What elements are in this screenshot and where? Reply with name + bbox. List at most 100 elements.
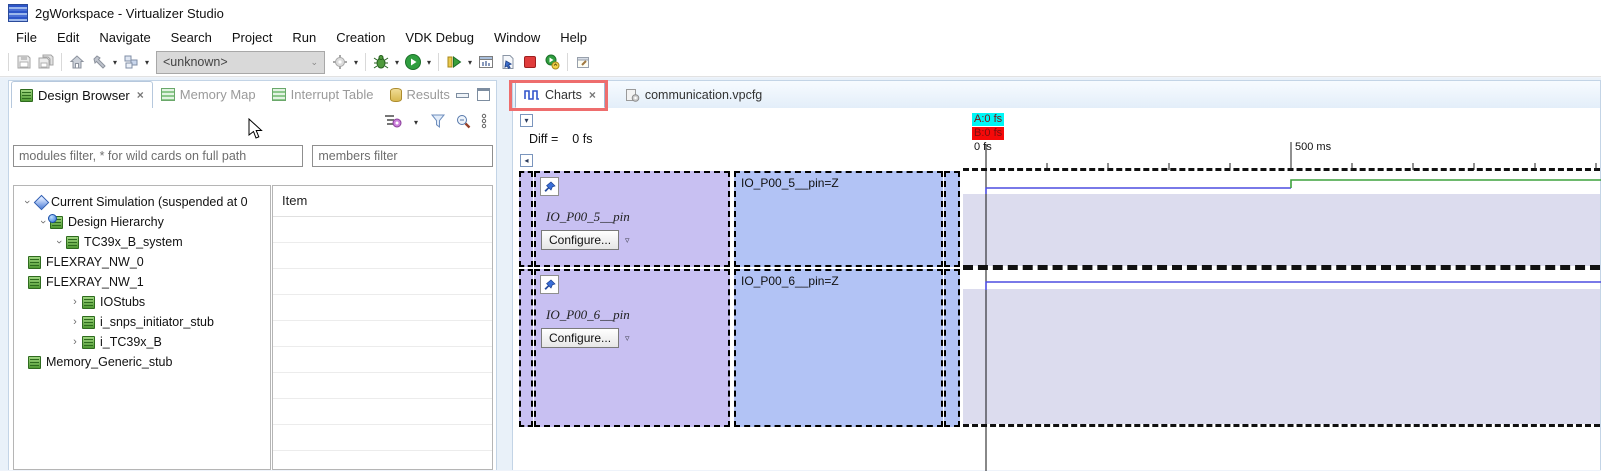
debug-bug-icon[interactable] — [370, 51, 392, 73]
menu-vdk-debug[interactable]: VDK Debug — [395, 28, 484, 47]
terminate-stop-icon[interactable] — [519, 51, 541, 73]
scroll-left-button[interactable]: ◂ — [520, 154, 533, 167]
chevron-expanded-icon[interactable]: › — [53, 235, 65, 249]
tab-communication-vpcfg[interactable]: communication.vpcfg — [617, 81, 770, 108]
menu-creation[interactable]: Creation — [326, 28, 395, 47]
tree-item-i-tc39x-b[interactable]: › i_TC39x_B — [14, 332, 270, 352]
signal-value: IO_P00_6__pin=Z — [741, 274, 839, 288]
menu-edit[interactable]: Edit — [47, 28, 89, 47]
configure-dropdown-icon[interactable]: ▿ — [625, 235, 630, 246]
zoom-search-icon[interactable] — [455, 113, 471, 132]
window-title: 2gWorkspace - Virtualizer Studio — [35, 6, 224, 21]
left-panel-tabbar: Design Browser × Memory Map Interrupt Ta… — [9, 81, 496, 108]
run-history-icon[interactable] — [541, 51, 563, 73]
launch-config-combo[interactable]: <unknown> ⌄ — [156, 51, 325, 74]
build-project-icon[interactable] — [497, 51, 519, 73]
cursor-diff-readout: Diff =0 fs — [529, 132, 592, 146]
menu-run[interactable]: Run — [282, 28, 326, 47]
cursor-a-flag[interactable]: A:0 fs — [972, 113, 1004, 126]
vpcfg-file-icon — [625, 88, 640, 102]
tree-item-design-hierarchy[interactable]: › Design Hierarchy — [14, 212, 270, 232]
modules-filter-input[interactable] — [13, 145, 303, 167]
chevron-expanded-icon[interactable]: › — [21, 195, 33, 209]
save-icon[interactable] — [13, 51, 35, 73]
design-browser-icon — [20, 89, 33, 102]
menu-window[interactable]: Window — [484, 28, 550, 47]
chevron-collapsed-icon[interactable]: › — [68, 316, 82, 328]
chart-menu-dropdown-button[interactable]: ▾ — [520, 114, 533, 127]
external-tools-gear-icon[interactable] — [329, 51, 351, 73]
members-filter-input[interactable] — [312, 145, 493, 167]
module-chip-icon — [82, 296, 95, 309]
charts-view[interactable]: ▾ Diff =0 fs ◂ A:0 fs B:0 fs 0 fs 500 ms… — [513, 108, 1600, 470]
menu-project[interactable]: Project — [222, 28, 282, 47]
row-2-value-strip[interactable] — [944, 269, 960, 427]
tree-item-flexray-nw-1[interactable]: FLEXRAY_NW_1 — [14, 272, 270, 292]
row-2-value-cell[interactable]: IO_P00_6__pin=Z — [734, 269, 943, 427]
menu-help[interactable]: Help — [550, 28, 597, 47]
tab-results[interactable]: Results — [382, 81, 458, 108]
menu-navigate[interactable]: Navigate — [89, 28, 160, 47]
design-hierarchy-tree: › Current Simulation (suspended at 0 › D… — [13, 185, 271, 470]
menu-search[interactable]: Search — [161, 28, 222, 47]
close-icon[interactable]: × — [137, 88, 144, 102]
row-1-signal-cell[interactable]: IO_P00_5__pin Configure... ▿ — [534, 171, 730, 267]
toolbar-separator — [8, 53, 9, 71]
tree-item-i-snps-initiator-stub[interactable]: › i_snps_initiator_stub — [14, 312, 270, 332]
tab-memory-map[interactable]: Memory Map — [153, 81, 264, 108]
tree-item-current-simulation[interactable]: › Current Simulation (suspended at 0 — [14, 192, 270, 212]
configure-dropdown-icon[interactable]: ▿ — [625, 333, 630, 344]
close-icon[interactable]: × — [589, 88, 596, 102]
tree-item-iostubs[interactable]: › IOStubs — [14, 292, 270, 312]
tree-item-flexray-nw-0[interactable]: FLEXRAY_NW_0 — [14, 252, 270, 272]
tree-item-tc39x-b-system[interactable]: › TC39x_B_system — [14, 232, 270, 252]
save-all-icon[interactable] — [35, 51, 57, 73]
new-window-icon[interactable] — [120, 51, 142, 73]
configure-button[interactable]: Configure... — [541, 230, 619, 250]
editor-panel: Charts × communication.vpcfg ▾ Diff =0 f… — [512, 80, 1601, 470]
tab-design-browser[interactable]: Design Browser × — [11, 81, 153, 108]
maximize-panel-icon[interactable] — [477, 88, 490, 101]
tab-label: Memory Map — [180, 87, 256, 102]
home-icon[interactable] — [66, 51, 88, 73]
row-1-value-cell[interactable]: IO_P00_5__pin=Z — [734, 171, 943, 267]
tab-label: Charts — [545, 88, 582, 102]
configure-button[interactable]: Configure... — [541, 328, 619, 348]
filter-funnel-icon[interactable] — [430, 113, 446, 132]
run-icon[interactable] — [402, 51, 424, 73]
tree-item-label: Memory_Generic_stub — [46, 355, 172, 369]
tab-label: Interrupt Table — [291, 87, 374, 102]
pin-button[interactable] — [540, 275, 559, 294]
view-menu-kebab-icon[interactable] — [480, 113, 488, 132]
toolbar-separator — [61, 53, 62, 71]
menu-file[interactable]: File — [6, 28, 47, 47]
new-note-icon[interactable] — [572, 51, 594, 73]
tab-charts[interactable]: Charts × — [515, 81, 605, 108]
tree-item-label: i_TC39x_B — [100, 335, 162, 349]
minimize-panel-icon[interactable] — [456, 93, 469, 98]
cursor-b-flag[interactable]: B:0 fs — [972, 127, 1004, 140]
tree-settings-icon[interactable] — [384, 113, 402, 132]
external-tools-dropdown-icon[interactable]: ▾ — [351, 58, 361, 67]
build-dropdown-icon[interactable]: ▾ — [110, 58, 120, 67]
time-500ms-label: 500 ms — [1295, 141, 1331, 153]
row-2-signal-cell[interactable]: IO_P00_6__pin Configure... ▿ — [534, 269, 730, 427]
module-chip-icon — [66, 236, 79, 249]
run-dropdown-icon[interactable]: ▾ — [424, 58, 434, 67]
row-1-value-strip[interactable] — [944, 171, 960, 267]
run-last-icon[interactable] — [443, 51, 465, 73]
debug-dropdown-icon[interactable]: ▾ — [392, 58, 402, 67]
new-window-dropdown-icon[interactable]: ▾ — [142, 58, 152, 67]
chevron-collapsed-icon[interactable]: › — [68, 296, 82, 308]
row-1-handle-strip[interactable] — [519, 171, 533, 267]
chevron-collapsed-icon[interactable]: › — [68, 336, 82, 348]
pin-button[interactable] — [540, 177, 559, 196]
run-last-dropdown-icon[interactable]: ▾ — [465, 58, 475, 67]
row-2-handle-strip[interactable] — [519, 269, 533, 427]
tab-interrupt-table[interactable]: Interrupt Table — [264, 81, 382, 108]
charts-view-icon[interactable] — [475, 51, 497, 73]
tree-item-label: FLEXRAY_NW_0 — [46, 255, 144, 269]
tree-item-memory-generic-stub[interactable]: Memory_Generic_stub — [14, 352, 270, 372]
tree-settings-dropdown-icon[interactable]: ▾ — [411, 118, 421, 127]
build-hammer-icon[interactable] — [88, 51, 110, 73]
